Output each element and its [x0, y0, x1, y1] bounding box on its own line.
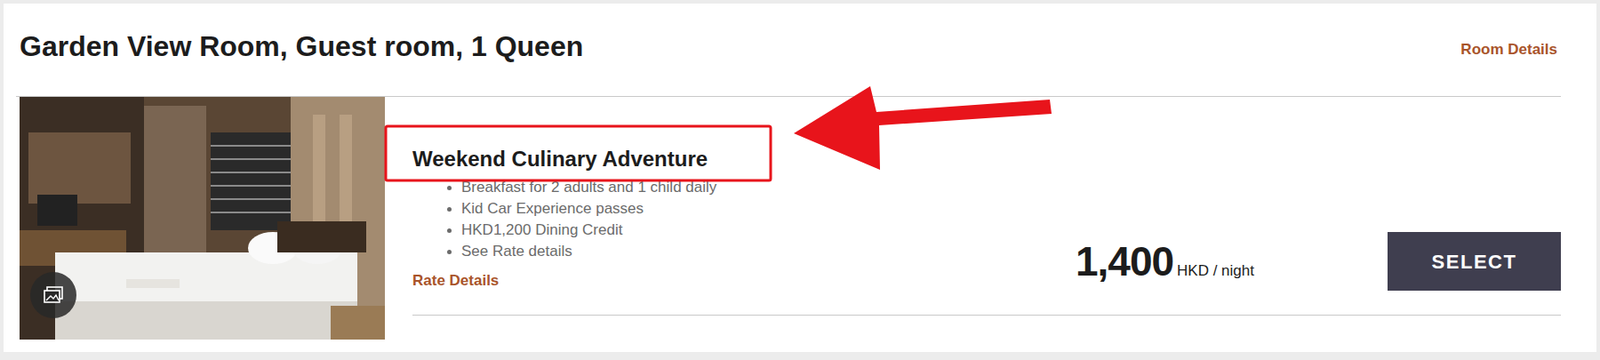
rate-details-link[interactable]: Rate Details — [412, 269, 499, 293]
price-unit: HKD / night — [1176, 259, 1255, 283]
inclusion-item: HKD1,200 Dining Credit — [461, 219, 717, 241]
inclusion-item: Kid Car Experience passes — [461, 198, 717, 220]
room-details-link[interactable]: Room Details — [1460, 38, 1558, 62]
room-title: Garden View Room, Guest room, 1 Queen — [19, 29, 584, 64]
inclusion-item: See Rate details — [461, 240, 717, 263]
rate-info: Weekend Culinary Adventure Breakfast for… — [412, 96, 717, 315]
inclusion-list: Breakfast for 2 adults and 1 child daily… — [412, 176, 717, 263]
inclusion-item: Breakfast for 2 adults and 1 child daily — [461, 176, 717, 199]
rate-name: Weekend Culinary Adventure — [412, 145, 717, 173]
select-button[interactable]: SELECT — [1387, 232, 1561, 291]
rate-row: Weekend Culinary Adventure Breakfast for… — [412, 96, 1561, 316]
highlight-box — [385, 126, 771, 181]
room-photo — [19, 96, 385, 340]
gallery-button[interactable] — [30, 272, 77, 319]
rate-purchase: 1,400 HKD / night SELECT — [1075, 96, 1561, 315]
room-header: Garden View Room, Guest room, 1 Queen Ro… — [16, 3, 1561, 97]
gallery-icon — [42, 285, 64, 305]
arrow-icon — [793, 86, 1052, 170]
room-card: Garden View Room, Guest room, 1 Queen Ro… — [3, 3, 1597, 352]
price-amount: 1,400 — [1075, 240, 1174, 282]
room-body: Weekend Culinary Adventure Breakfast for… — [16, 96, 1561, 340]
annotation-layer — [0, 0, 1600, 360]
price: 1,400 HKD / night — [1075, 240, 1255, 283]
highlight-annotation — [385, 86, 1052, 181]
